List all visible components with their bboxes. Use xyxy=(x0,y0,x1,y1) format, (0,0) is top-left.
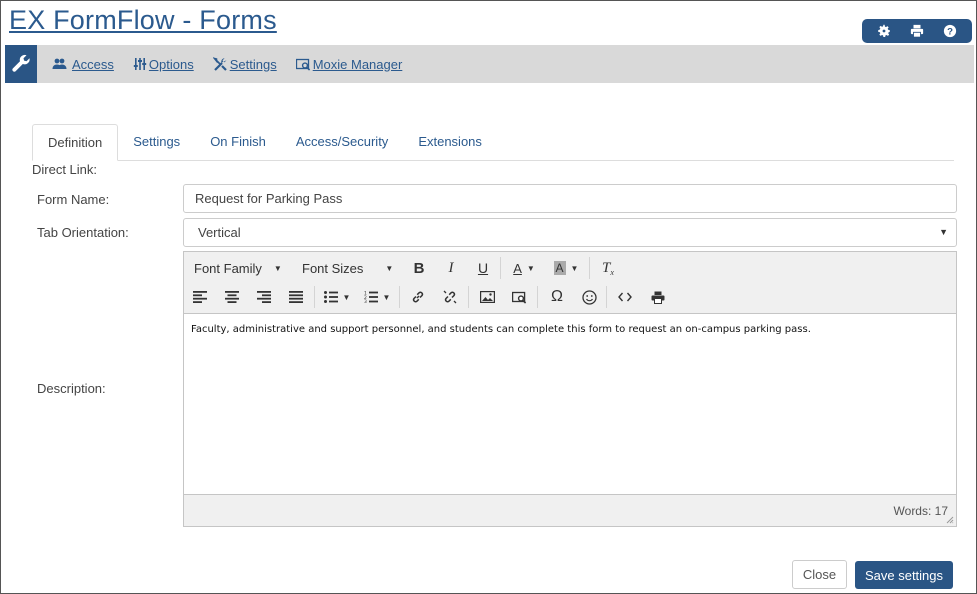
bullet-list-icon[interactable]: ▼ xyxy=(317,284,357,310)
tab-on-finish[interactable]: On Finish xyxy=(195,124,281,161)
caret-down-icon: ▼ xyxy=(273,263,282,273)
menu-options-label: Options xyxy=(148,56,194,72)
toolbar-separator xyxy=(468,286,469,308)
toolbar-separator xyxy=(399,286,400,308)
special-character-icon[interactable]: Ω xyxy=(540,284,574,310)
menu-access-label: Access xyxy=(72,56,114,72)
unlink-icon[interactable] xyxy=(434,284,466,310)
tab-bar: Definition Settings On Finish Access/Sec… xyxy=(32,124,954,161)
bold-icon[interactable]: B xyxy=(404,255,434,281)
tab-orientation-select[interactable]: Vertical ▼ xyxy=(183,218,957,247)
tab-extensions[interactable]: Extensions xyxy=(403,124,497,161)
caret-down-icon: ▼ xyxy=(939,227,948,237)
help-icon[interactable]: ? xyxy=(939,21,961,41)
caret-down-icon: ▼ xyxy=(385,263,394,273)
link-icon[interactable] xyxy=(402,284,434,310)
toolbar-separator xyxy=(500,257,501,279)
menu-moxie-manager-label: Moxie Manager xyxy=(312,56,403,72)
source-code-icon[interactable] xyxy=(609,284,641,310)
font-sizes-label: Font Sizes xyxy=(302,260,364,276)
direct-link-label: Direct Link: xyxy=(32,162,98,177)
tab-access-security[interactable]: Access/Security xyxy=(281,124,403,161)
svg-text:?: ? xyxy=(947,27,953,38)
users-icon xyxy=(52,58,67,69)
resize-handle-icon[interactable] xyxy=(946,516,954,524)
clear-format-icon[interactable]: Tx xyxy=(592,255,624,281)
image-search-icon xyxy=(295,58,310,71)
numbered-list-icon[interactable]: 123 ▼ xyxy=(357,284,397,310)
menu-bar: Access Options Settings Moxie Manager xyxy=(5,45,974,83)
sliders-icon xyxy=(133,58,147,70)
form-name-label: Form Name: xyxy=(37,192,110,207)
description-label: Description: xyxy=(37,381,106,396)
save-settings-button[interactable]: Save settings xyxy=(855,561,953,589)
editor-content[interactable]: Faculty, administrative and support pers… xyxy=(184,314,956,494)
utility-toolbar: ? xyxy=(862,19,972,43)
file-manager-icon[interactable] xyxy=(503,284,535,310)
tab-definition[interactable]: Definition xyxy=(32,124,119,161)
svg-text:3: 3 xyxy=(364,299,367,303)
image-icon[interactable] xyxy=(471,284,503,310)
word-count: Words: 17 xyxy=(893,503,948,518)
tools-icon xyxy=(212,56,227,71)
print-icon[interactable] xyxy=(641,284,675,310)
underline-icon[interactable]: U xyxy=(468,255,498,281)
font-family-label: Font Family xyxy=(194,260,262,276)
gear-icon[interactable] xyxy=(873,21,895,41)
form-name-input[interactable]: Request for Parking Pass xyxy=(183,184,957,213)
description-editor: Font Family ▼ Font Sizes ▼ B I U A ▼ A ▼ T… xyxy=(183,251,957,527)
menu-access[interactable]: Access xyxy=(52,57,114,72)
tab-orientation-value: Vertical xyxy=(198,225,241,240)
close-button[interactable]: Close xyxy=(792,560,847,589)
page-title[interactable]: EX FormFlow - Forms xyxy=(9,5,277,36)
toolbar-separator xyxy=(537,286,538,308)
toolbar-separator xyxy=(589,257,590,279)
italic-icon[interactable]: I xyxy=(434,255,468,281)
tab-settings[interactable]: Settings xyxy=(118,124,195,161)
font-sizes-dropdown[interactable]: Font Sizes ▼ xyxy=(292,255,404,281)
toolbar-separator xyxy=(314,286,315,308)
tab-orientation-label: Tab Orientation: xyxy=(37,225,129,240)
editor-toolbar: Font Family ▼ Font Sizes ▼ B I U A ▼ A ▼ T… xyxy=(184,252,956,314)
background-color-icon[interactable]: A ▼ xyxy=(545,255,587,281)
emoticon-icon[interactable] xyxy=(574,284,604,310)
menu-moxie-manager[interactable]: Moxie Manager xyxy=(295,56,403,72)
toolbar-separator xyxy=(606,286,607,308)
menu-settings-label: Settings xyxy=(229,56,277,72)
font-family-dropdown[interactable]: Font Family ▼ xyxy=(184,255,292,281)
align-right-icon[interactable] xyxy=(248,284,280,310)
align-left-icon[interactable] xyxy=(184,284,216,310)
menu-settings[interactable]: Settings xyxy=(212,56,277,72)
align-justify-icon[interactable] xyxy=(280,284,312,310)
align-center-icon[interactable] xyxy=(216,284,248,310)
text-color-icon[interactable]: A ▼ xyxy=(503,255,545,281)
wrench-icon[interactable] xyxy=(5,45,37,83)
menu-options[interactable]: Options xyxy=(133,57,194,72)
print-icon[interactable] xyxy=(906,21,928,41)
editor-statusbar: Words: 17 xyxy=(184,494,956,526)
